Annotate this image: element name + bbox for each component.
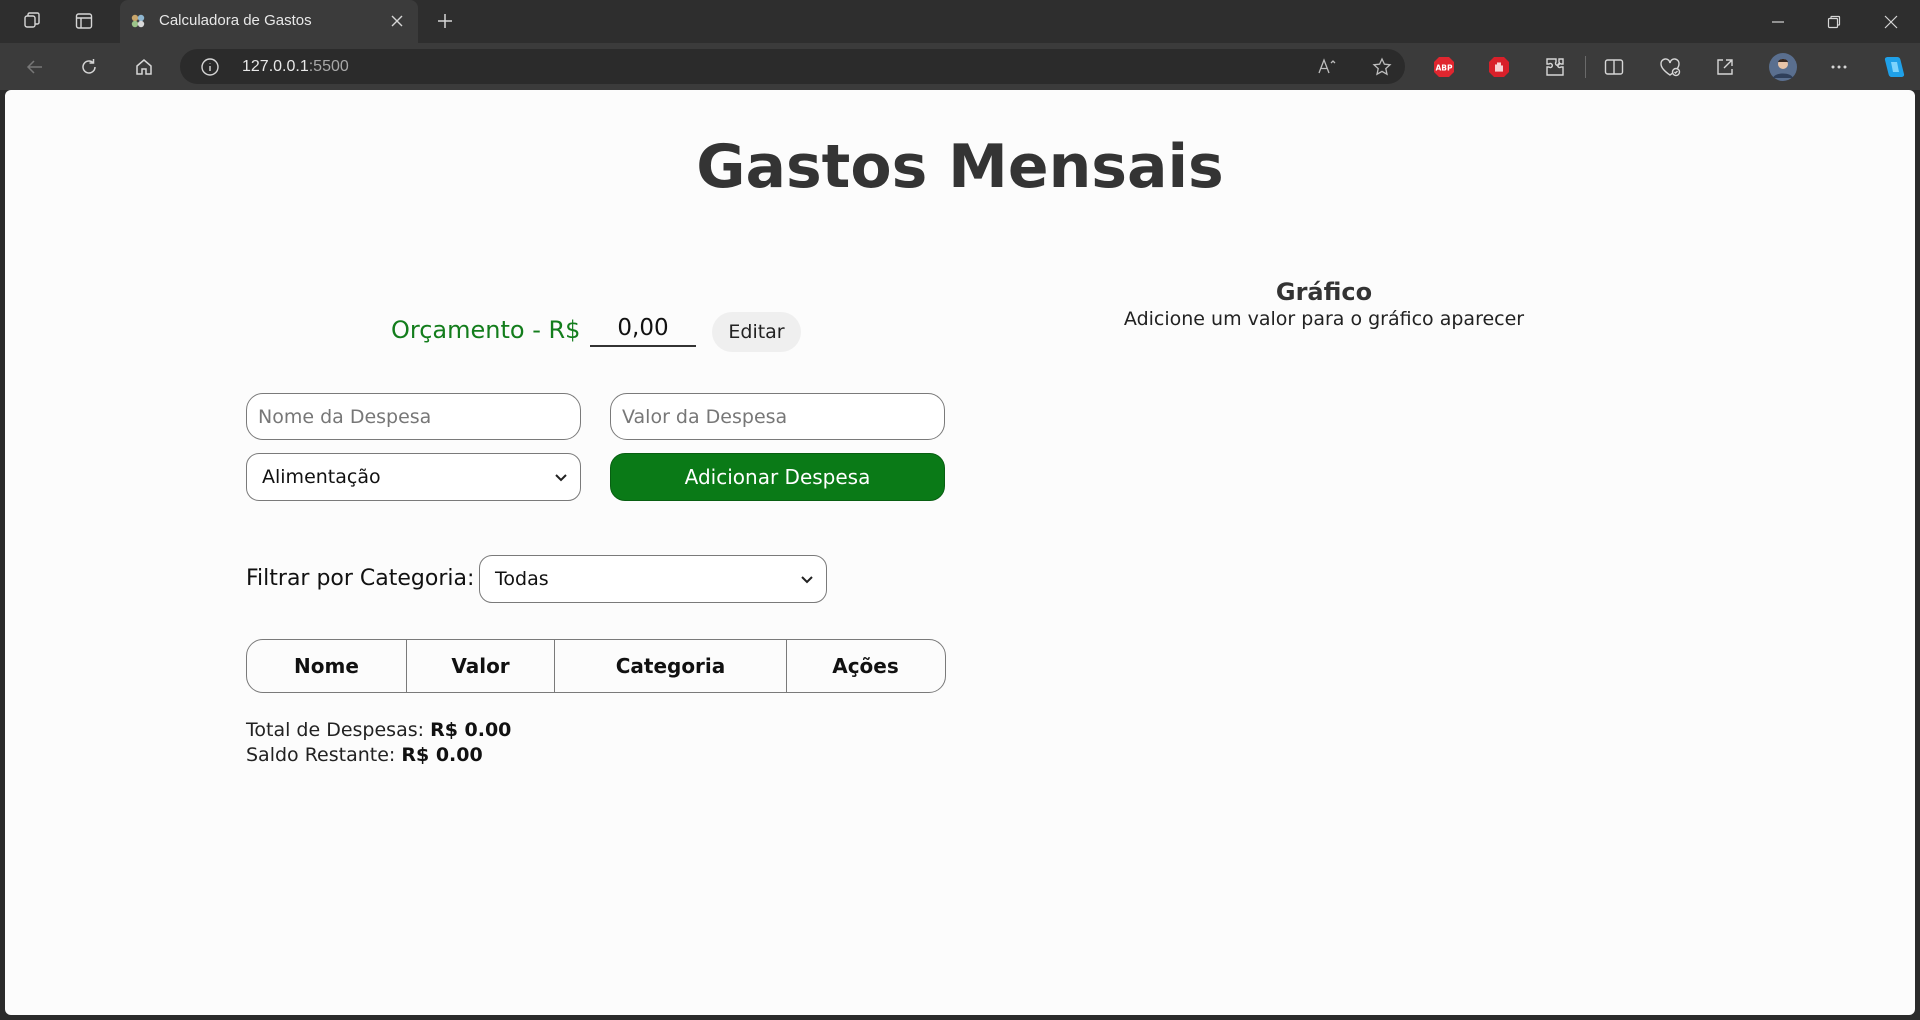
edit-budget-button[interactable]: Editar bbox=[712, 312, 801, 352]
chart-title: Gráfico bbox=[1275, 278, 1373, 306]
column-header-value: Valor bbox=[407, 640, 555, 692]
filter-label: Filtrar por Categoria: bbox=[246, 566, 475, 591]
close-window-icon[interactable] bbox=[1862, 0, 1920, 43]
add-expense-button[interactable]: Adicionar Despesa bbox=[610, 453, 945, 501]
svg-text:ABP: ABP bbox=[1435, 64, 1453, 73]
expenses-table-header: Nome Valor Categoria Ações bbox=[246, 639, 946, 693]
total-expenses-label: Total de Despesas: bbox=[246, 719, 425, 741]
remaining-balance-line: Saldo Restante: R$ 0.00 bbox=[246, 743, 511, 768]
chevron-down-icon bbox=[552, 468, 570, 486]
budget-label: Orçamento - R$ bbox=[391, 316, 581, 344]
toolbar-divider bbox=[1585, 56, 1586, 78]
category-select[interactable]: Alimentação bbox=[246, 453, 581, 501]
remaining-balance-value: R$ 0.00 bbox=[401, 744, 483, 766]
remaining-balance-label: Saldo Restante: bbox=[246, 744, 396, 766]
avatar[interactable] bbox=[1768, 52, 1798, 82]
totals-summary: Total de Despesas: R$ 0.00 Saldo Restant… bbox=[246, 718, 511, 768]
tab-actions-icon[interactable] bbox=[66, 6, 102, 36]
tab-title: Calculadora de Gastos bbox=[159, 12, 312, 29]
chart-placeholder-text: Adicione um valor para o gráfico aparece… bbox=[1123, 308, 1525, 330]
browser-toolbar: 127.0.0.1:5500 ABP bbox=[0, 43, 1920, 90]
page-content: Gastos Mensais Orçamento - R$ 0,00 Edita… bbox=[5, 90, 1915, 1015]
favorite-star-icon[interactable] bbox=[1369, 54, 1395, 80]
url-text: 127.0.0.1:5500 bbox=[242, 58, 349, 75]
page-title: Gastos Mensais bbox=[696, 132, 1224, 202]
adblock-icon[interactable]: ABP bbox=[1429, 52, 1459, 82]
read-aloud-icon[interactable] bbox=[1315, 54, 1341, 80]
category-select-value: Alimentação bbox=[262, 466, 381, 488]
reload-icon[interactable] bbox=[72, 51, 106, 83]
column-header-actions: Ações bbox=[832, 654, 899, 678]
budget-input[interactable]: 0,00 bbox=[590, 312, 696, 347]
back-icon[interactable] bbox=[18, 51, 52, 83]
split-screen-icon[interactable] bbox=[1599, 52, 1629, 82]
copilot-icon[interactable] bbox=[1878, 52, 1908, 82]
active-tab[interactable]: Calculadora de Gastos bbox=[120, 0, 418, 43]
minimize-icon[interactable] bbox=[1749, 0, 1807, 43]
more-menu-icon[interactable] bbox=[1824, 52, 1854, 82]
column-header-name: Nome bbox=[247, 640, 407, 692]
share-icon[interactable] bbox=[1710, 52, 1740, 82]
home-icon[interactable] bbox=[127, 51, 161, 83]
total-expenses-value: R$ 0.00 bbox=[430, 719, 512, 741]
filter-select-value: Todas bbox=[495, 568, 549, 590]
filter-category-select[interactable]: Todas bbox=[479, 555, 827, 603]
restore-icon[interactable] bbox=[1805, 0, 1863, 43]
close-tab-icon[interactable] bbox=[384, 8, 410, 34]
column-header-category: Categoria bbox=[555, 640, 787, 692]
browser-essentials-icon[interactable] bbox=[1655, 52, 1685, 82]
tab-bar: Calculadora de Gastos bbox=[0, 0, 1920, 43]
chevron-down-icon bbox=[798, 570, 816, 588]
expense-value-input[interactable]: Valor da Despesa bbox=[610, 393, 945, 440]
stop-extension-icon[interactable] bbox=[1484, 52, 1514, 82]
workspaces-icon[interactable] bbox=[14, 6, 50, 36]
new-tab-icon[interactable] bbox=[428, 6, 462, 36]
total-expenses-line: Total de Despesas: R$ 0.00 bbox=[246, 718, 511, 743]
site-info-icon[interactable] bbox=[200, 57, 220, 77]
extensions-icon[interactable] bbox=[1540, 52, 1570, 82]
expense-name-placeholder: Nome da Despesa bbox=[258, 406, 432, 428]
expense-value-placeholder: Valor da Despesa bbox=[622, 406, 788, 428]
favicon-icon bbox=[130, 13, 146, 29]
address-bar[interactable]: 127.0.0.1:5500 bbox=[180, 49, 1405, 84]
expense-name-input[interactable]: Nome da Despesa bbox=[246, 393, 581, 440]
